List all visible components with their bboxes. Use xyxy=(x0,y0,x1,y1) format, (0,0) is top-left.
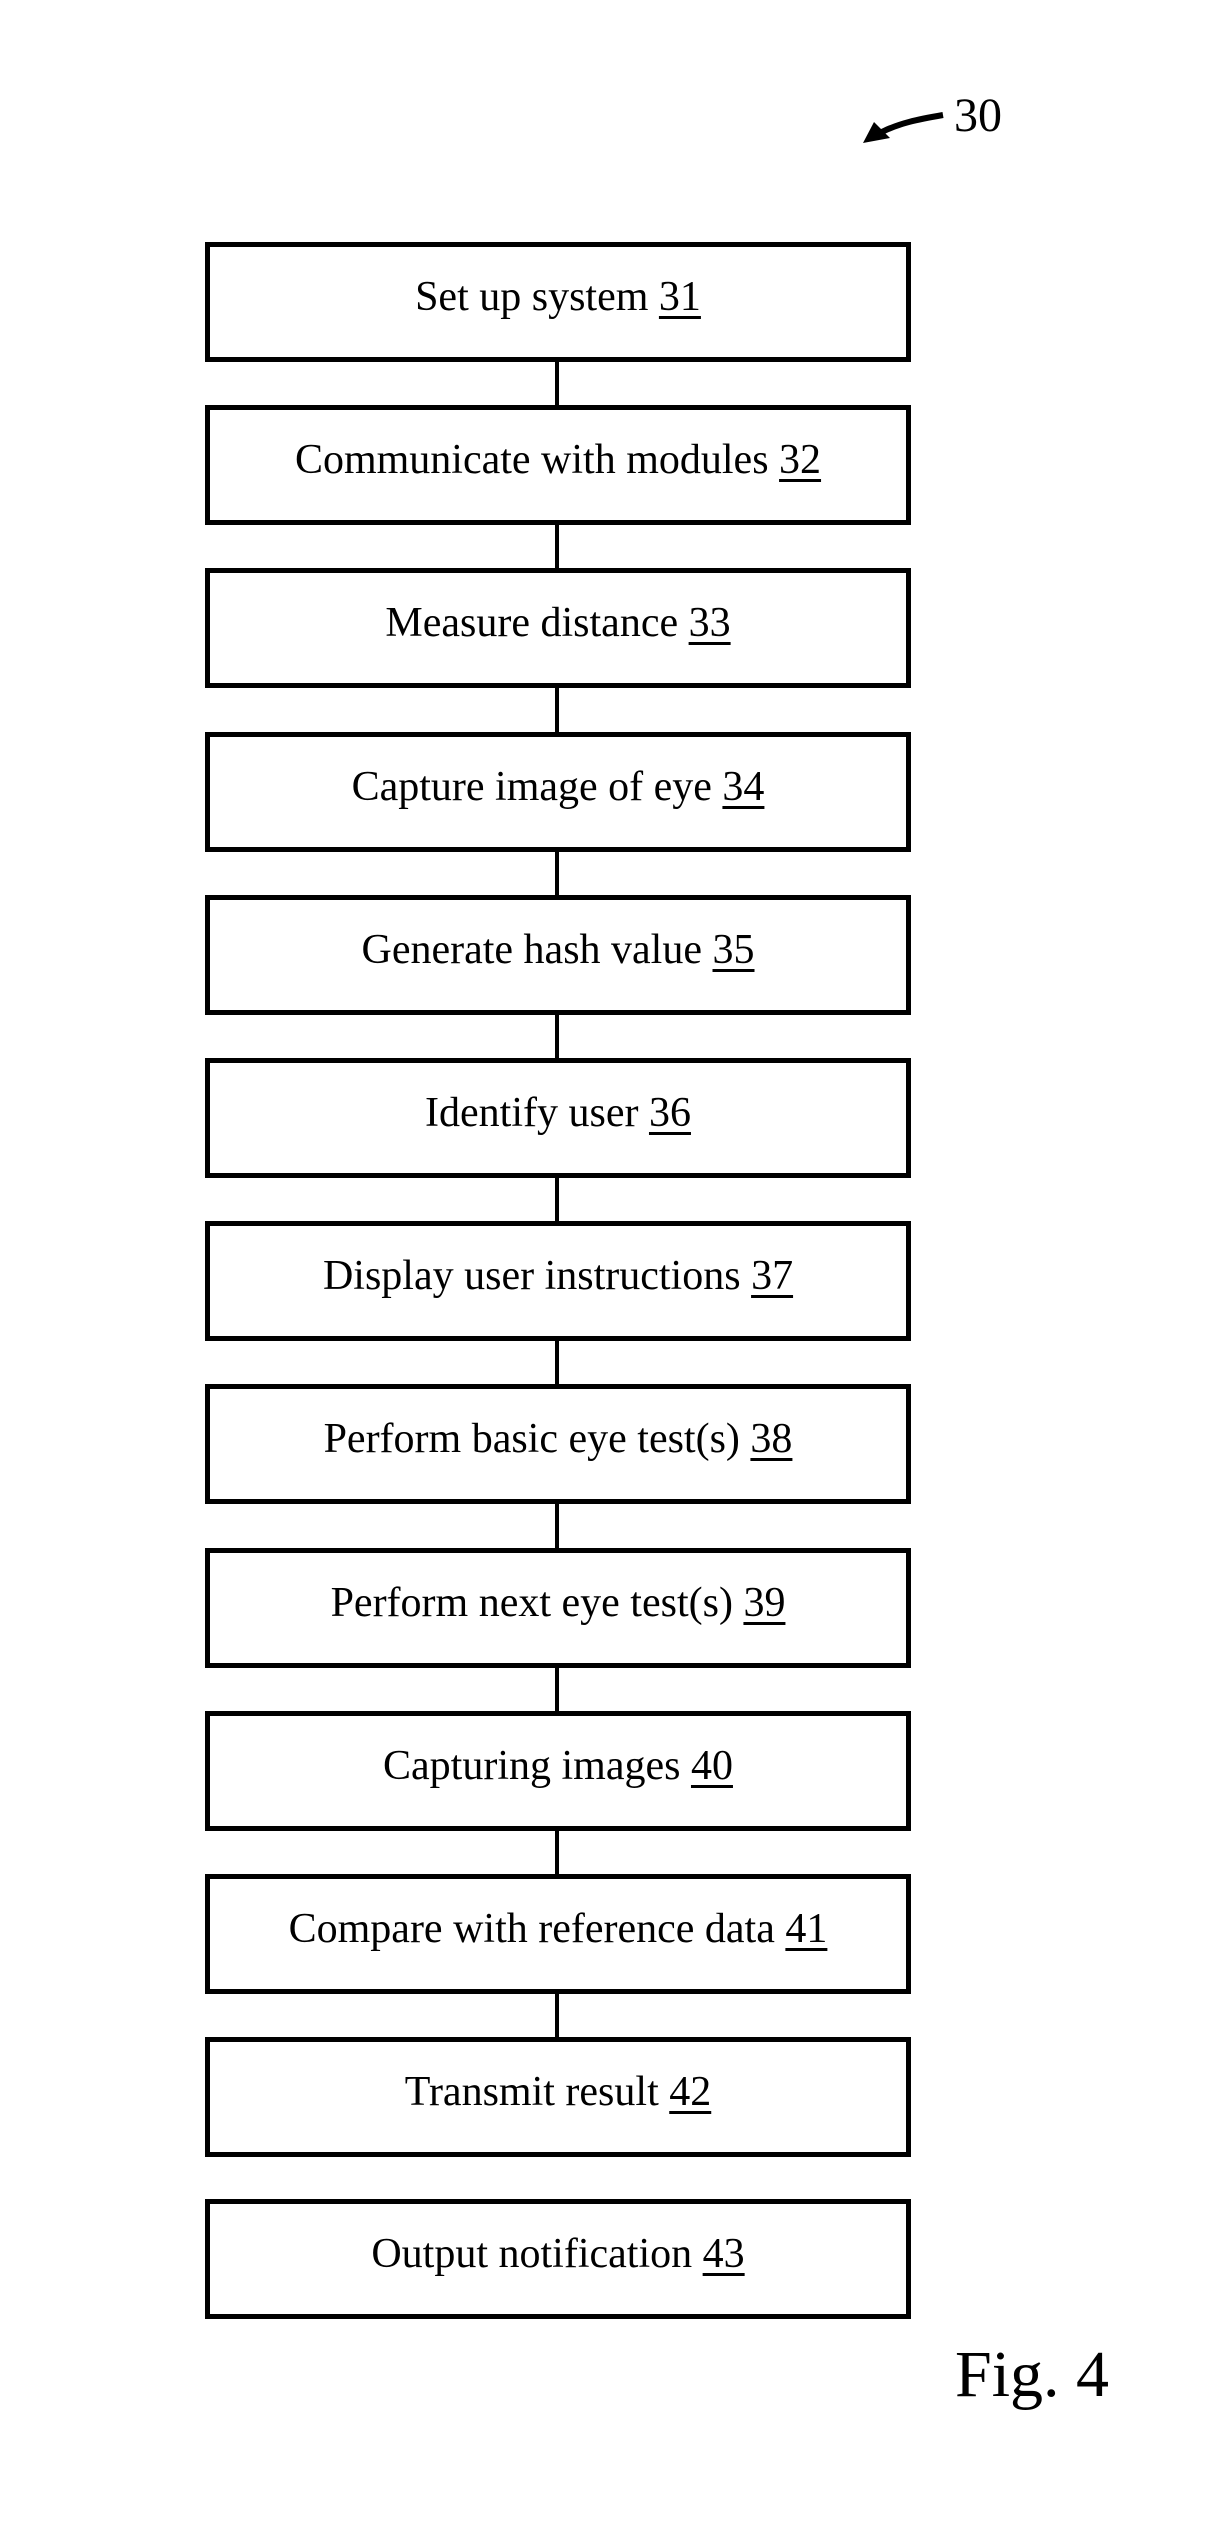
connector-line xyxy=(555,1667,559,1712)
step-label: Measure distance xyxy=(385,600,679,646)
step-reference-numeral: 43 xyxy=(702,2231,745,2277)
step-text: Compare with reference data 41 xyxy=(289,1908,828,1950)
connector-line xyxy=(555,687,559,732)
step-label: Generate hash value xyxy=(361,927,703,973)
step-label: Transmit result xyxy=(404,2069,659,2115)
step-reference-numeral: 36 xyxy=(648,1090,691,1136)
connector-line xyxy=(555,1993,559,2038)
flowchart-step-36: Identify user 36 xyxy=(205,1058,911,1178)
step-text: Communicate with modules 32 xyxy=(295,439,821,481)
step-reference-numeral: 33 xyxy=(688,600,731,646)
step-text: Display user instructions 37 xyxy=(323,1255,793,1297)
step-reference-numeral: 31 xyxy=(658,274,701,320)
connector-line xyxy=(555,361,559,406)
step-label: Identify user xyxy=(425,1090,639,1136)
step-reference-numeral: 35 xyxy=(712,927,755,973)
step-text: Generate hash value 35 xyxy=(362,929,755,971)
step-text: Capturing images 40 xyxy=(383,1745,733,1787)
figure-caption: Fig. 4 xyxy=(955,2338,1110,2411)
step-text: Set up system 31 xyxy=(415,276,701,318)
step-label: Communicate with modules xyxy=(294,437,769,483)
flowchart-figure: 30 Set up system 31 Communicate with modu… xyxy=(0,0,1231,2547)
step-reference-numeral: 32 xyxy=(779,437,822,483)
flowchart-step-31: Set up system 31 xyxy=(205,242,911,362)
step-text: Identify user 36 xyxy=(425,1092,691,1134)
step-text: Measure distance 33 xyxy=(385,602,730,644)
step-text: Transmit result 42 xyxy=(405,2071,711,2113)
flowchart-step-33: Measure distance 33 xyxy=(205,568,911,688)
step-label: Capture image of eye xyxy=(351,764,712,810)
flowchart-step-42: Transmit result 42 xyxy=(205,2037,911,2157)
step-reference-numeral: 34 xyxy=(722,764,765,810)
step-label: Set up system xyxy=(415,274,649,320)
connector-line xyxy=(555,1177,559,1222)
flowchart-step-40: Capturing images 40 xyxy=(205,1711,911,1831)
connector-line xyxy=(555,1340,559,1385)
step-label: Perform basic eye test(s) xyxy=(323,1416,740,1462)
figure-reference-numeral: 30 xyxy=(954,89,1002,142)
step-reference-numeral: 41 xyxy=(785,1906,828,1952)
step-reference-numeral: 38 xyxy=(750,1416,793,1462)
step-text: Capture image of eye 34 xyxy=(352,766,765,808)
step-reference-numeral: 40 xyxy=(690,1743,733,1789)
flowchart-step-38: Perform basic eye test(s) 38 xyxy=(205,1384,911,1504)
step-text: Perform next eye test(s) 39 xyxy=(331,1582,786,1624)
flowchart-step-34: Capture image of eye 34 xyxy=(205,732,911,852)
flowchart-step-41: Compare with reference data 41 xyxy=(205,1874,911,1994)
connector-line xyxy=(555,1503,559,1548)
step-label: Capturing images xyxy=(383,1743,681,1789)
step-label: Output notification xyxy=(371,2231,693,2277)
step-text: Perform basic eye test(s) 38 xyxy=(324,1418,793,1460)
step-label: Compare with reference data xyxy=(288,1906,775,1952)
flowchart-step-37: Display user instructions 37 xyxy=(205,1221,911,1341)
step-text: Output notification 43 xyxy=(371,2233,744,2275)
connector-line xyxy=(555,1014,559,1059)
reference-arrow-icon xyxy=(863,112,944,143)
step-reference-numeral: 39 xyxy=(743,1580,786,1626)
flowchart-step-43: Output notification 43 xyxy=(205,2199,911,2319)
connector-line xyxy=(555,524,559,569)
connector-line xyxy=(555,851,559,896)
step-reference-numeral: 42 xyxy=(669,2069,712,2115)
step-reference-numeral: 37 xyxy=(751,1253,794,1299)
flowchart-step-39: Perform next eye test(s) 39 xyxy=(205,1548,911,1668)
connector-line xyxy=(555,1830,559,1875)
flowchart-step-32: Communicate with modules 32 xyxy=(205,405,911,525)
step-label: Display user instructions xyxy=(322,1253,741,1299)
step-label: Perform next eye test(s) xyxy=(330,1580,733,1626)
flowchart-step-35: Generate hash value 35 xyxy=(205,895,911,1015)
